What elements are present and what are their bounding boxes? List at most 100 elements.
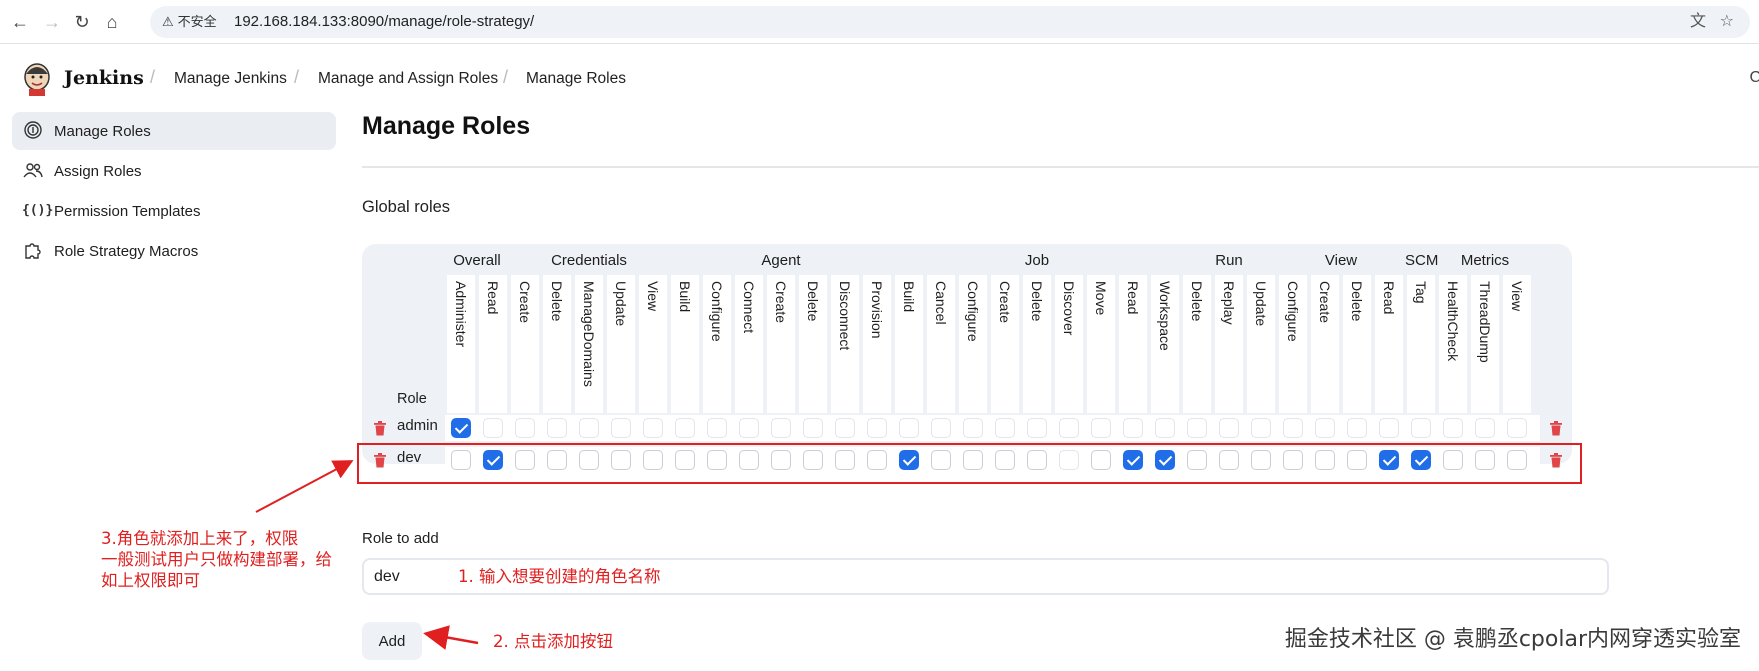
breadcrumb-manage-roles[interactable]: Manage Roles — [526, 70, 626, 88]
breadcrumb-manage-assign-roles[interactable]: Manage and Assign Roles — [318, 70, 498, 88]
sidebar-item-role-strategy-macros[interactable]: Role Strategy Macros — [12, 232, 336, 270]
forward-icon[interactable]: → — [40, 10, 64, 34]
address-bar[interactable]: ⚠ 不安全 192.168.184.133:8090/manage/role-st… — [150, 6, 1750, 38]
sidebar-item-assign-roles[interactable]: Assign Roles — [12, 152, 336, 190]
permission-column: Read — [479, 275, 507, 413]
sidebar-item-manage-roles[interactable]: Manage Roles — [12, 112, 336, 150]
permission-checkbox[interactable] — [1059, 418, 1079, 438]
fingerprint-icon — [22, 120, 44, 142]
permission-label: Update — [613, 281, 629, 327]
brand-name[interactable]: Jenkins — [64, 67, 144, 89]
permission-label: Build — [677, 281, 693, 313]
permission-label: Connect — [741, 281, 757, 334]
permission-checkbox[interactable] — [1475, 418, 1495, 438]
permission-checkbox[interactable] — [515, 418, 535, 438]
permission-label: HealthCheck — [1445, 281, 1461, 362]
security-chip[interactable]: ⚠ 不安全 — [162, 13, 217, 31]
header-edge-glyph: C — [1749, 69, 1759, 86]
arrow-to-dev-row — [255, 460, 354, 513]
permission-checkbox[interactable] — [1443, 418, 1463, 438]
permission-label: Update — [1253, 281, 1269, 327]
annotation-highlight-box — [357, 443, 1582, 484]
watermark: 掘金技术社区 @ 袁鹏丞cpolar内网穿透实验室 — [1284, 627, 1741, 652]
permission-column: Build — [895, 275, 923, 413]
breadcrumb-manage-jenkins[interactable]: Manage Jenkins — [174, 70, 287, 88]
jenkins-logo-icon[interactable] — [22, 62, 52, 96]
add-role-button[interactable]: Add — [362, 622, 422, 660]
permission-label: Cancel — [933, 281, 949, 325]
url-text[interactable]: 192.168.184.133:8090/manage/role-strateg… — [234, 13, 534, 31]
sidebar-item-permission-templates[interactable]: {()} Permission Templates — [12, 192, 336, 230]
permission-column: Read — [1375, 275, 1403, 413]
bookmark-star-icon[interactable]: ☆ — [1720, 12, 1734, 32]
permission-checkbox[interactable] — [1123, 418, 1143, 438]
permission-checkbox[interactable] — [451, 418, 471, 438]
permission-column: Disconnect — [831, 275, 859, 413]
permission-checkbox[interactable] — [1187, 418, 1207, 438]
permission-checkbox[interactable] — [995, 418, 1015, 438]
sidebar-item-label: Role Strategy Macros — [54, 243, 199, 260]
breadcrumb-separator: / — [294, 67, 300, 87]
permission-checkbox[interactable] — [675, 418, 695, 438]
permission-column: Cancel — [927, 275, 955, 413]
permission-checkbox[interactable] — [1155, 418, 1175, 438]
permission-checkbox[interactable] — [1219, 418, 1239, 438]
permission-label: View — [1509, 281, 1525, 312]
permission-checkbox[interactable] — [1315, 418, 1335, 438]
permission-checkbox[interactable] — [835, 418, 855, 438]
permission-column: ManageDomains — [575, 275, 603, 413]
permission-column: ThreadDump — [1471, 275, 1499, 413]
role-name: admin — [397, 417, 438, 434]
permission-checkbox[interactable] — [739, 418, 759, 438]
breadcrumb-separator: / — [503, 67, 509, 87]
delete-role-icon[interactable] — [373, 421, 387, 436]
home-icon[interactable]: ⌂ — [100, 10, 124, 34]
permission-checkbox[interactable] — [579, 418, 599, 438]
permission-checkbox[interactable] — [771, 418, 791, 438]
permission-checkbox[interactable] — [1091, 418, 1111, 438]
permission-label: Delete — [1189, 281, 1205, 322]
annotation-step3-line3: 如上权限即可 — [101, 571, 200, 590]
permission-checkbox[interactable] — [1379, 418, 1399, 438]
permission-checkbox[interactable] — [899, 418, 919, 438]
permission-checkbox[interactable] — [707, 418, 727, 438]
delete-role-icon-right[interactable] — [1549, 421, 1563, 436]
permission-checkbox[interactable] — [1027, 418, 1047, 438]
permission-checkbox[interactable] — [867, 418, 887, 438]
permission-label: Create — [1317, 281, 1333, 324]
permission-checkbox[interactable] — [643, 418, 663, 438]
permission-label: Create — [997, 281, 1013, 324]
permission-column: Delete — [1343, 275, 1371, 413]
permission-checkbox[interactable] — [1411, 418, 1431, 438]
permission-checkbox[interactable] — [483, 418, 503, 438]
breadcrumb-separator: / — [150, 67, 156, 87]
permission-label: Read — [485, 281, 501, 315]
permission-checkbox[interactable] — [611, 418, 631, 438]
permission-label: Discover — [1061, 281, 1077, 336]
back-icon[interactable]: ← — [8, 10, 32, 34]
permission-label: Configure — [965, 281, 981, 342]
section-title-global-roles: Global roles — [362, 198, 451, 216]
permission-label: Create — [517, 281, 533, 324]
permission-checkbox[interactable] — [963, 418, 983, 438]
permission-checkbox[interactable] — [1283, 418, 1303, 438]
permission-column: Delete — [1023, 275, 1051, 413]
permission-checkbox[interactable] — [931, 418, 951, 438]
permission-checkbox[interactable] — [547, 418, 567, 438]
permission-column: Connect — [735, 275, 763, 413]
permission-group-metrics: Metrics — [1460, 252, 1510, 269]
sidebar-item-label: Manage Roles — [54, 123, 151, 140]
permission-checkbox[interactable] — [1347, 418, 1367, 438]
translate-icon[interactable]: 文 — [1690, 12, 1706, 32]
permission-label: Create — [773, 281, 789, 324]
annotation-step1: 1. 输入想要创建的角色名称 — [458, 567, 661, 586]
users-icon — [22, 160, 44, 182]
permission-checkbox[interactable] — [803, 418, 823, 438]
permission-checkbox[interactable] — [1507, 418, 1527, 438]
annotation-step2: 2. 点击添加按钮 — [493, 632, 613, 651]
permission-column: Read — [1119, 275, 1147, 413]
permission-column: Administer — [447, 275, 475, 413]
permission-checkbox[interactable] — [1251, 418, 1271, 438]
reload-icon[interactable]: ↻ — [70, 10, 94, 34]
sidebar-item-label: Assign Roles — [54, 163, 142, 180]
